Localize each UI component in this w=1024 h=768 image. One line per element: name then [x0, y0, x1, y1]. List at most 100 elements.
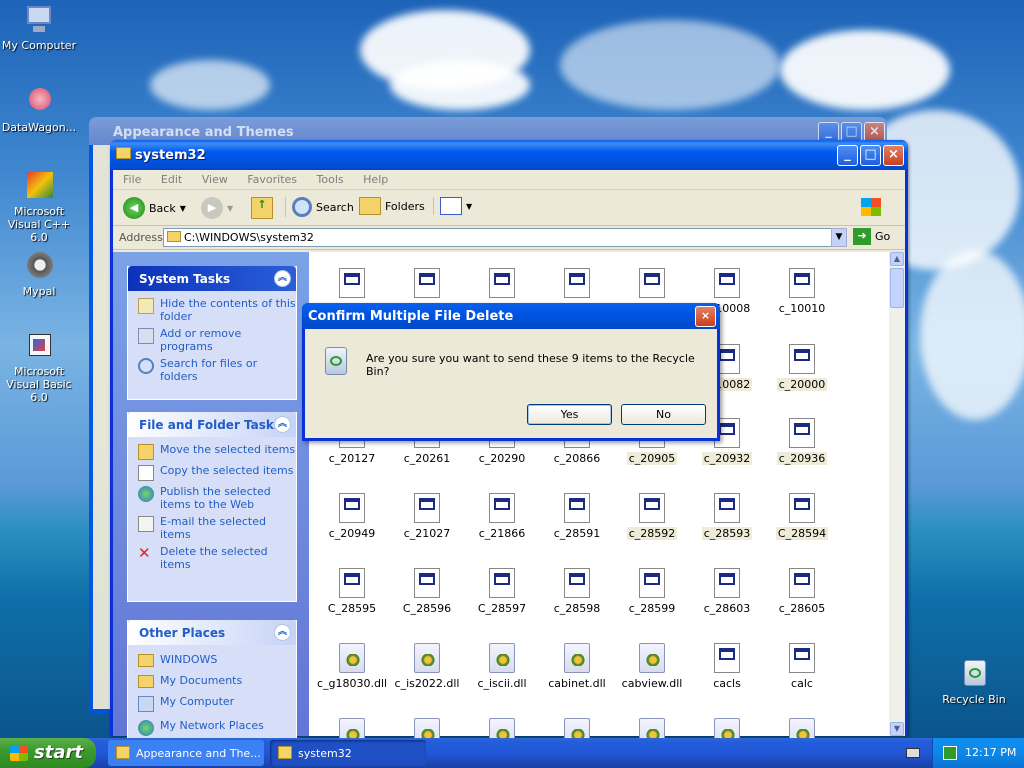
desktop-icon-mypal[interactable]: Mypal [0, 250, 78, 298]
network-tray-icon[interactable] [943, 746, 957, 760]
file-icon [714, 643, 740, 673]
file-item[interactable]: c_28592 [615, 493, 689, 540]
task-add-remove-programs[interactable]: Add or remove programs [138, 327, 296, 353]
desktop-icon-visual-cpp[interactable]: Microsoft Visual C++ 6.0 [0, 170, 78, 244]
file-item[interactable]: C_28596 [390, 568, 464, 615]
taskbar-item-appearance[interactable]: Appearance and The... [108, 740, 264, 766]
menu-tools[interactable]: Tools [317, 173, 344, 186]
minimize-button[interactable]: _ [837, 145, 858, 166]
file-item[interactable]: calc [765, 643, 839, 690]
other-places-header[interactable]: Other Places ︽ [128, 620, 296, 645]
collapse-icon[interactable]: ︽ [274, 416, 291, 433]
file-icon [339, 493, 365, 523]
desktop-icon-datawagon[interactable]: DataWagon... [0, 86, 78, 134]
file-item[interactable]: C_28597 [465, 568, 539, 615]
file-name: c_28605 [778, 602, 826, 615]
task-move[interactable]: Move the selected items [138, 443, 296, 460]
views-button[interactable]: ▼ [433, 197, 472, 215]
file-folder-tasks-header[interactable]: File and Folder Tasks ︽ [128, 412, 296, 437]
file-icon [564, 268, 590, 298]
task-delete[interactable]: ✕ Delete the selected items [138, 545, 296, 571]
menu-help[interactable]: Help [363, 173, 388, 186]
menu-favorites[interactable]: Favorites [247, 173, 297, 186]
file-icon [639, 643, 665, 673]
title-bar[interactable]: system32 _ □ × [110, 140, 908, 170]
clock[interactable]: 12:17 PM [965, 746, 1016, 759]
collapse-icon[interactable]: ︽ [274, 624, 291, 641]
place-label: My Documents [160, 674, 243, 687]
file-item[interactable]: C_28595 [315, 568, 389, 615]
file-name: c_21866 [478, 527, 526, 540]
no-button[interactable]: No [621, 404, 706, 425]
file-item[interactable]: c_iscii.dll [465, 643, 539, 690]
file-item[interactable]: c_28598 [540, 568, 614, 615]
task-email[interactable]: E-mail the selected items [138, 515, 296, 541]
file-icon [339, 568, 365, 598]
file-item[interactable]: c_20000 [765, 344, 839, 391]
task-label: Delete the selected items [160, 545, 268, 571]
address-dropdown-button[interactable]: ▼ [831, 228, 847, 247]
taskbar-item-system32[interactable]: system32 [270, 740, 426, 766]
place-my-computer[interactable]: My Computer [138, 695, 296, 712]
system-tasks-header[interactable]: System Tasks ︽ [128, 266, 296, 291]
task-search-files[interactable]: Search for files or folders [138, 357, 296, 383]
start-button[interactable]: start [0, 738, 96, 768]
file-item[interactable]: c_20936 [765, 418, 839, 465]
file-item[interactable]: c_20949 [315, 493, 389, 540]
file-name: C_28596 [402, 602, 452, 615]
task-publish[interactable]: Publish the selected items to the Web [138, 485, 296, 511]
forward-button[interactable]: ▶ ▼ [201, 197, 233, 219]
collapse-icon[interactable]: ︽ [274, 270, 291, 287]
task-copy[interactable]: Copy the selected items [138, 464, 296, 481]
maximize-button[interactable]: □ [860, 145, 881, 166]
file-item[interactable]: c_28605 [765, 568, 839, 615]
scroll-up-icon[interactable]: ▲ [890, 252, 904, 266]
file-icon [714, 568, 740, 598]
file-item[interactable]: c_10010 [765, 268, 839, 315]
file-icon [414, 268, 440, 298]
dialog-close-button[interactable]: × [695, 306, 716, 327]
search-button[interactable]: Search [285, 197, 354, 217]
file-item[interactable]: c_28599 [615, 568, 689, 615]
keyboard-icon[interactable] [906, 748, 920, 758]
scroll-down-icon[interactable]: ▼ [890, 722, 904, 736]
close-button[interactable]: × [883, 145, 904, 166]
file-item[interactable]: c_21027 [390, 493, 464, 540]
file-icon [639, 493, 665, 523]
task-hide-contents[interactable]: Hide the contents of this folder [138, 297, 296, 323]
file-icon [489, 643, 515, 673]
desktop-icon-recycle-bin[interactable]: Recycle Bin [935, 658, 1013, 706]
desktop-icon-visual-basic[interactable]: Microsoft Visual Basic 6.0 [0, 330, 78, 404]
menu-file[interactable]: File [123, 173, 141, 186]
file-item[interactable]: c_g18030.dll [315, 643, 389, 690]
file-item[interactable]: C_28594 [765, 493, 839, 540]
file-item[interactable]: cacls [690, 643, 764, 690]
file-list-scrollbar[interactable]: ▲ ▼ [889, 252, 905, 736]
place-my-documents[interactable]: My Documents [138, 674, 296, 688]
place-windows[interactable]: WINDOWS [138, 653, 296, 667]
file-name: c_20949 [328, 527, 376, 540]
yes-button[interactable]: Yes [527, 404, 612, 425]
scroll-thumb[interactable] [890, 268, 904, 308]
folders-button[interactable]: Folders [359, 197, 425, 215]
desktop-icon-my-computer[interactable]: My Computer [0, 4, 78, 52]
file-name: c_20261 [403, 452, 451, 465]
file-name: c_10010 [778, 302, 826, 315]
place-my-network[interactable]: My Network Places [138, 719, 296, 736]
file-item[interactable]: cabview.dll [615, 643, 689, 690]
go-button[interactable]: ➜ Go [853, 228, 890, 245]
address-input[interactable]: C:\WINDOWS\system32 ▼ [163, 228, 847, 247]
datawagon-icon [23, 86, 55, 118]
back-button[interactable]: ◀ Back ▼ [123, 197, 186, 219]
windows-logo-icon [10, 745, 28, 761]
menu-edit[interactable]: Edit [161, 173, 182, 186]
file-item[interactable]: cabinet.dll [540, 643, 614, 690]
menu-view[interactable]: View [202, 173, 228, 186]
toolbar: ◀ Back ▼ ▶ ▼ ↑ Search Folders ▼ [113, 190, 905, 226]
file-item[interactable]: c_is2022.dll [390, 643, 464, 690]
file-item[interactable]: c_21866 [465, 493, 539, 540]
file-item[interactable]: c_28591 [540, 493, 614, 540]
file-item[interactable]: c_28603 [690, 568, 764, 615]
up-button[interactable]: ↑ [251, 197, 273, 219]
file-item[interactable]: c_28593 [690, 493, 764, 540]
